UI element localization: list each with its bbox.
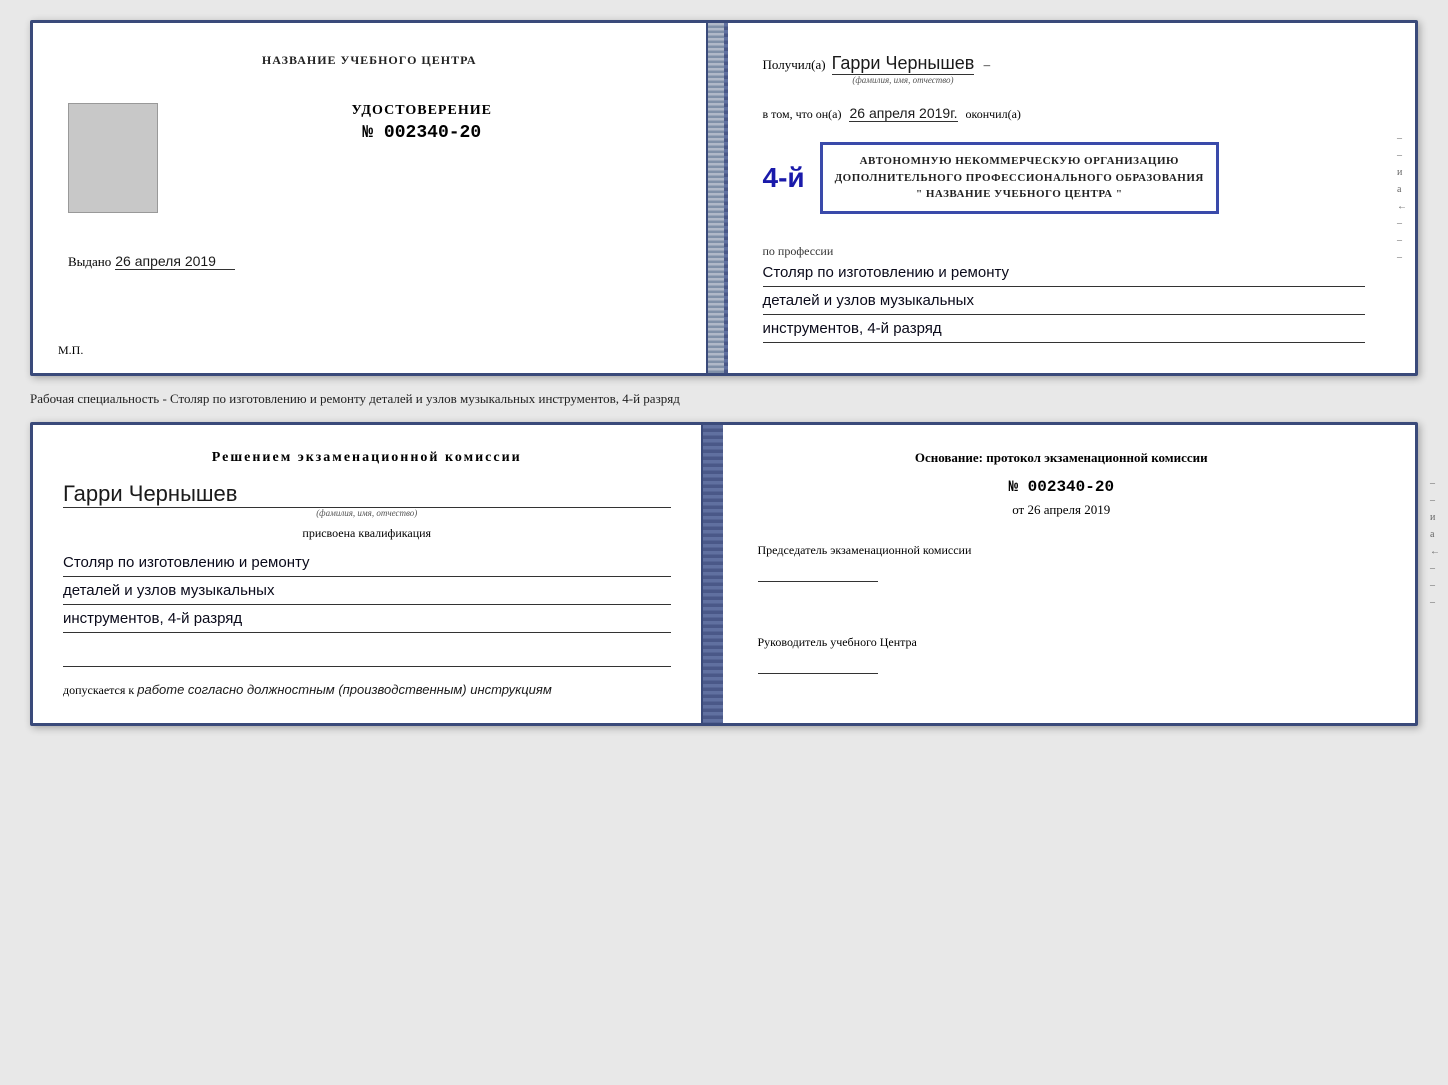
- basis-title: Основание: протокол экзаменационной коми…: [758, 450, 1366, 466]
- bottom-left-page: Решением экзаменационной комиссии Гарри …: [33, 425, 703, 723]
- separator-text: Рабочая специальность - Столяр по изгото…: [30, 391, 680, 406]
- separator-label: Рабочая специальность - Столяр по изгото…: [30, 386, 1418, 412]
- profession-line1: Столяр по изготовлению и ремонту: [763, 259, 1366, 287]
- recipient-prefix: Получил(а): [763, 57, 826, 73]
- dash: –: [980, 57, 990, 73]
- recipient-name: Гарри Чернышев: [832, 53, 975, 75]
- chairman-label: Председатель экзаменационной комиссии: [758, 538, 1366, 562]
- top-right-page: Получил(а) Гарри Чернышев (фамилия, имя,…: [728, 23, 1416, 373]
- chairman-sig-line: [758, 581, 878, 582]
- issued-label: Выдано: [68, 254, 111, 270]
- stamp-line2: ДОПОЛНИТЕЛЬНОГО ПРОФЕССИОНАЛЬНОГО ОБРАЗО…: [835, 170, 1204, 187]
- side-decoration: – – и а ← – – –: [1397, 23, 1407, 373]
- director-label: Руководитель учебного Центра: [758, 630, 1366, 654]
- director-sig-line: [758, 673, 878, 674]
- date-value-bottom: 26 апреля 2019: [1027, 502, 1110, 517]
- mp-label: М.П.: [58, 343, 83, 358]
- spacing: [758, 610, 1366, 630]
- finished-label: окончил(а): [966, 107, 1021, 122]
- date-prefix-bottom: от: [1012, 502, 1024, 517]
- profession-line2: деталей и узлов музыкальных: [763, 287, 1366, 315]
- bottom-person-name: Гарри Чернышев: [63, 481, 671, 508]
- signature-section: Председатель экзаменационной комиссии Ру…: [758, 538, 1366, 682]
- qual-line1: Столяр по изготовлению и ремонту: [63, 549, 671, 577]
- org-name-top: НАЗВАНИЕ УЧЕБНОГО ЦЕНТРА: [262, 53, 477, 68]
- top-document: НАЗВАНИЕ УЧЕБНОГО ЦЕНТРА УДОСТОВЕРЕНИЕ №…: [30, 20, 1418, 376]
- stamp-line1: АВТОНОМНУЮ НЕКОММЕРЧЕСКУЮ ОРГАНИЗАЦИЮ: [835, 153, 1204, 170]
- bottom-person-subtitle: (фамилия, имя, отчество): [63, 508, 671, 518]
- cert-title: УДОСТОВЕРЕНИЕ: [352, 103, 492, 119]
- qual-line2: деталей и узлов музыкальных: [63, 577, 671, 605]
- decision-title: Решением экзаменационной комиссии: [63, 450, 671, 466]
- blank-line: [63, 643, 671, 667]
- grade-text: 4-й: [763, 162, 805, 194]
- qual-line3: инструментов, 4-й разряд: [63, 605, 671, 633]
- allowed-label: допускается к работе согласно должностны…: [63, 682, 671, 698]
- allowed-prefix: допускается к: [63, 683, 134, 697]
- bottom-document: Решением экзаменационной комиссии Гарри …: [30, 422, 1418, 726]
- bottom-spine: [703, 425, 723, 723]
- stamp-box: АВТОНОМНУЮ НЕКОММЕРЧЕСКУЮ ОРГАНИЗАЦИЮ ДО…: [820, 142, 1219, 214]
- stamp-line3: " НАЗВАНИЕ УЧЕБНОГО ЦЕНТРА ": [835, 186, 1204, 203]
- bottom-right-page: Основание: протокол экзаменационной коми…: [723, 425, 1416, 723]
- issued-date: 26 апреля 2019: [115, 253, 235, 270]
- protocol-date: от 26 апреля 2019: [758, 502, 1366, 518]
- protocol-number: № 002340-20: [758, 478, 1366, 496]
- date-value: 26 апреля 2019г.: [849, 105, 957, 122]
- assigned-label: присвоена квалификация: [63, 526, 671, 541]
- cert-number: № 002340-20: [362, 123, 481, 143]
- profession-label: по профессии: [763, 244, 1366, 259]
- top-left-page: НАЗВАНИЕ УЧЕБНОГО ЦЕНТРА УДОСТОВЕРЕНИЕ №…: [33, 23, 708, 373]
- photo-placeholder: [68, 103, 158, 213]
- allowed-text: работе согласно должностным (производств…: [137, 682, 552, 697]
- date-prefix: в том, что он(а): [763, 107, 842, 122]
- profession-line3: инструментов, 4-й разряд: [763, 315, 1366, 343]
- bottom-side-decoration: – – и а ← – – –: [1430, 0, 1440, 1085]
- recipient-subtitle: (фамилия, имя, отчество): [852, 75, 953, 85]
